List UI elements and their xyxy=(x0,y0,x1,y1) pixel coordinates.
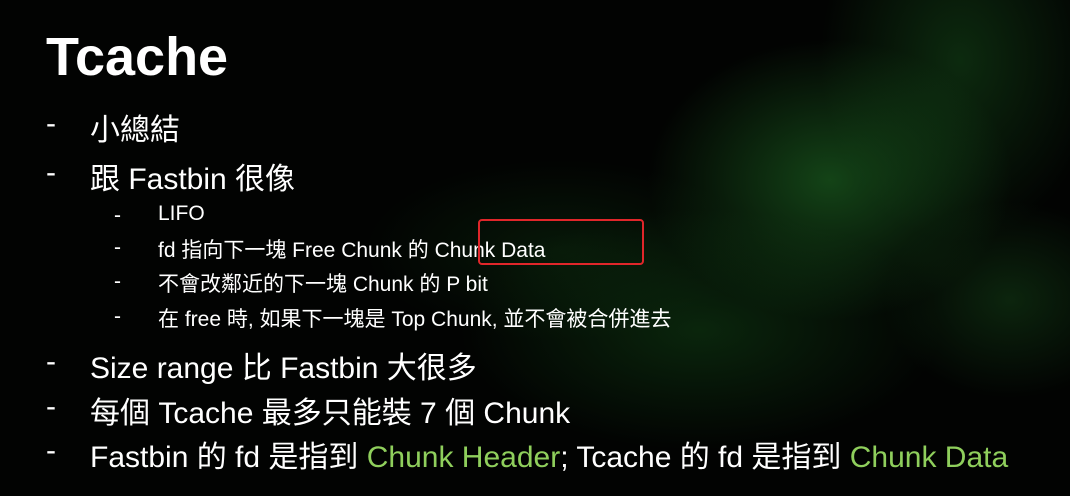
slide-title: Tcache xyxy=(46,27,229,87)
chunk-header-highlight: Chunk Header xyxy=(366,441,561,474)
bullet-like-fastbin: 跟 Fastbin 很像 xyxy=(90,163,296,196)
bullet-dash: - xyxy=(46,434,56,467)
bullet-dash: - xyxy=(46,156,56,189)
sub-bullet-top-chunk: 在 free 時, 如果下一塊是 Top Chunk, 並不會被合併進去 xyxy=(158,308,672,331)
slide: Tcache - 小總結 - 跟 Fastbin 很像 - LIFO - fd … xyxy=(0,0,1070,496)
bullet-dash: - xyxy=(46,107,56,140)
bullet-summary: 小總結 xyxy=(90,114,180,147)
chunk-data-highlight: Chunk Data xyxy=(849,441,1009,474)
bullet-fd-comparison: Fastbin 的 fd 是指到 Chunk Header; Tcache 的 … xyxy=(90,432,1008,476)
sub-bullet-dash: - xyxy=(114,204,121,227)
sub-bullet-dash: - xyxy=(114,270,121,293)
fd-compare-text-1: Fastbin 的 fd 是指到 xyxy=(90,441,367,474)
bullet-dash: - xyxy=(46,390,56,423)
annotation-box xyxy=(478,219,644,265)
sub-bullet-dash: - xyxy=(114,305,121,328)
fd-compare-text-2: ; Tcache 的 fd 是指到 xyxy=(560,441,850,474)
bullet-max-seven: 每個 Tcache 最多只能裝 7 個 Chunk xyxy=(90,397,571,430)
bullet-size-range: Size range 比 Fastbin 大很多 xyxy=(90,352,477,385)
bullet-dash: - xyxy=(46,345,56,378)
sub-bullet-p-bit: 不會改鄰近的下一塊 Chunk 的 P bit xyxy=(158,273,488,296)
sub-bullet-dash: - xyxy=(114,236,121,259)
sub-bullet-lifo: LIFO xyxy=(158,202,205,225)
